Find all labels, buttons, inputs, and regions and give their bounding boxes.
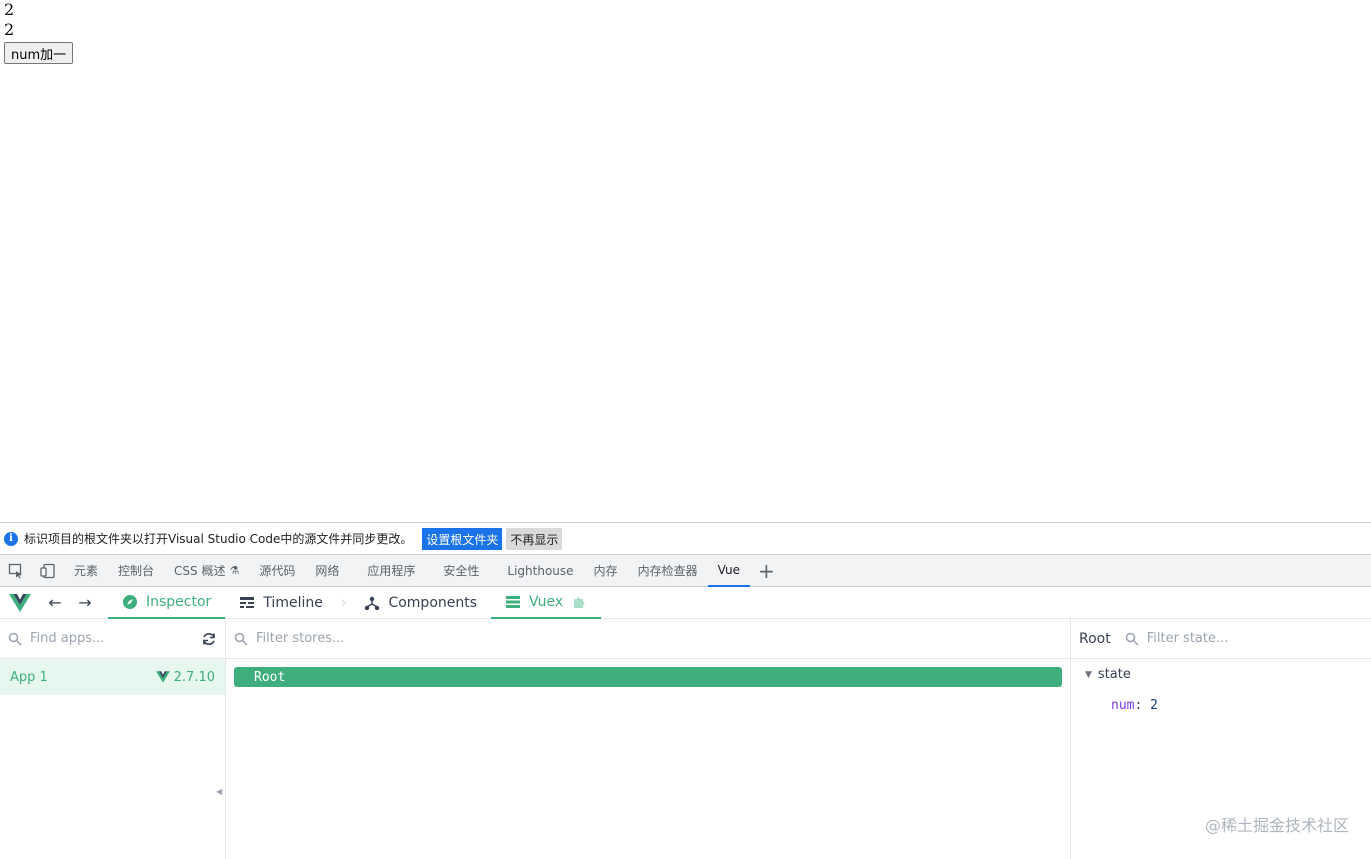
vtab-inspector-label: Inspector xyxy=(146,593,212,610)
state-section-label: state xyxy=(1097,667,1131,682)
vue-panels: Find apps... App 1 2.7.10 ◀ Filter store… xyxy=(0,619,1371,859)
app-name: App 1 xyxy=(10,669,48,685)
state-value: 2 xyxy=(1150,698,1158,713)
compass-icon xyxy=(123,594,137,609)
state-entry[interactable]: num: 2 xyxy=(1071,690,1371,713)
infobar-text: 标识项目的根文件夹以打开Visual Studio Code中的源文件并同步更改… xyxy=(24,532,413,546)
vtab-components-label: Components xyxy=(388,594,478,611)
watermark: @稀土掘金技术社区 xyxy=(1204,816,1349,835)
store-root-item[interactable]: Root xyxy=(234,667,1062,687)
tab-elements[interactable]: 元素 xyxy=(64,555,108,587)
state-header: Root Filter state... xyxy=(1071,619,1371,659)
tab-lighthouse[interactable]: Lighthouse xyxy=(497,555,583,587)
inspect-element-icon[interactable] xyxy=(0,555,32,587)
vtab-vuex[interactable]: Vuex xyxy=(491,587,602,619)
chevron-right-icon: › xyxy=(340,594,347,611)
app-list-item[interactable]: App 1 2.7.10 xyxy=(0,659,225,695)
tab-security[interactable]: 安全性 xyxy=(433,555,489,587)
tab-memory[interactable]: 内存 xyxy=(584,555,628,587)
filter-stores-row[interactable]: Filter stores... xyxy=(226,619,1070,659)
vue-logo-icon xyxy=(0,593,40,612)
filter-stores-input[interactable]: Filter stores... xyxy=(256,631,1062,646)
filter-state-row[interactable]: Filter state... xyxy=(1125,631,1229,646)
filter-state-input[interactable]: Filter state... xyxy=(1147,631,1229,646)
flask-icon: ⚗ xyxy=(229,564,240,577)
timeline-icon xyxy=(240,596,255,608)
info-icon: i xyxy=(4,531,18,546)
state-key: num xyxy=(1111,698,1135,713)
tab-css-overview-label: CSS 概述 xyxy=(174,564,226,578)
vue-version: 2.7.10 xyxy=(173,669,215,685)
search-icon xyxy=(1125,632,1139,646)
vtab-timeline[interactable]: Timeline xyxy=(225,587,337,619)
vtab-inspector[interactable]: Inspector xyxy=(108,587,226,619)
dont-show-again-button[interactable]: 不再显示 xyxy=(506,527,563,550)
collapse-handle-icon[interactable]: ◀ xyxy=(216,787,222,796)
stores-panel: Filter stores... Root xyxy=(226,619,1071,859)
refresh-icon[interactable] xyxy=(201,631,217,647)
set-root-folder-button[interactable]: 设置根文件夹 xyxy=(422,527,503,550)
apps-panel: Find apps... App 1 2.7.10 ◀ xyxy=(0,619,226,859)
list-icon xyxy=(506,595,521,608)
search-icon xyxy=(8,632,22,646)
find-apps-input[interactable]: Find apps... xyxy=(30,631,193,646)
vtab-timeline-label: Timeline xyxy=(263,594,323,611)
tab-network[interactable]: 网络 xyxy=(305,555,349,587)
vue-toolbar: ← → Inspector Timeline › Components Vuex xyxy=(0,587,1371,619)
page-area: 2 2 num加一 xyxy=(0,0,1371,522)
infobar: i 标识项目的根文件夹以打开Visual Studio Code中的源文件并同步… xyxy=(0,523,1371,555)
search-icon xyxy=(234,632,248,646)
num-text-1: 2 xyxy=(4,0,15,19)
devtools-tabbar: 元素 控制台 CSS 概述 ⚗ 源代码 网络 应用程序 安全性 Lighthou… xyxy=(0,555,1371,587)
back-arrow-icon[interactable]: ← xyxy=(40,593,70,612)
state-section-toggle[interactable]: ▼ state xyxy=(1071,659,1371,690)
num-increment-button[interactable]: num加一 xyxy=(4,42,74,64)
forward-arrow-icon[interactable]: → xyxy=(70,593,100,612)
tab-application[interactable]: 应用程序 xyxy=(357,555,425,587)
tab-sources[interactable]: 源代码 xyxy=(249,555,305,587)
tab-memory-inspector[interactable]: 内存检查器 xyxy=(628,555,708,587)
caret-down-icon: ▼ xyxy=(1085,669,1092,680)
num-text-2: 2 xyxy=(4,20,15,39)
vtab-vuex-label: Vuex xyxy=(529,593,564,610)
state-title: Root xyxy=(1079,630,1111,647)
puzzle-icon xyxy=(574,597,585,608)
tab-css-overview[interactable]: CSS 概述 ⚗ xyxy=(164,555,249,587)
find-apps-row[interactable]: Find apps... xyxy=(0,619,225,659)
devtools-panel: i 标识项目的根文件夹以打开Visual Studio Code中的源文件并同步… xyxy=(0,522,1371,859)
vtab-components[interactable]: Components xyxy=(350,587,491,619)
vue-logo-small-icon xyxy=(155,671,170,683)
device-toolbar-icon[interactable] xyxy=(32,555,64,587)
add-tab-icon[interactable]: + xyxy=(750,559,783,583)
components-icon xyxy=(365,596,380,610)
tab-vue[interactable]: Vue xyxy=(707,555,750,587)
tab-console[interactable]: 控制台 xyxy=(108,555,164,587)
